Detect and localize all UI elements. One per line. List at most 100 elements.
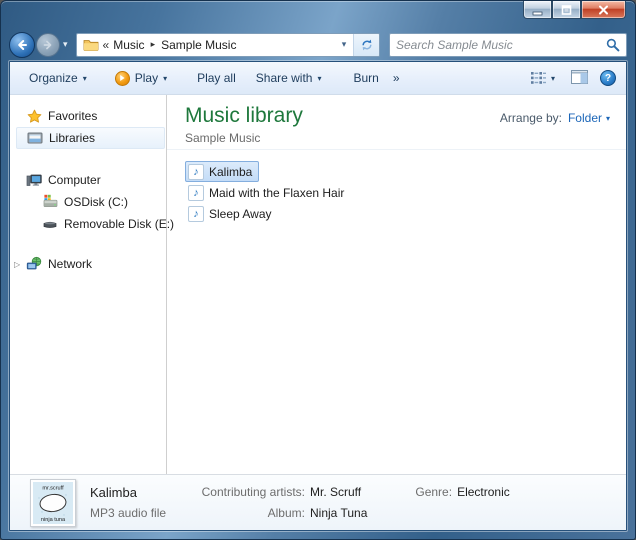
genre-value[interactable]: Electronic bbox=[457, 484, 510, 501]
music-note-glyph: ♪ bbox=[193, 187, 199, 199]
preview-pane-button[interactable] bbox=[571, 70, 588, 87]
share-with-label: Share with bbox=[256, 71, 313, 85]
close-icon bbox=[595, 3, 612, 17]
arrange-by-value[interactable]: Folder ▾ bbox=[568, 111, 610, 125]
play-button[interactable]: Play ▾ bbox=[108, 67, 174, 90]
address-dropdown-icon[interactable]: ▾ bbox=[335, 34, 353, 56]
back-arrow-icon bbox=[14, 37, 30, 53]
close-button[interactable] bbox=[581, 1, 626, 19]
sidebar-item-osdisk[interactable]: OSDisk (C:) bbox=[10, 191, 166, 213]
minimize-icon bbox=[529, 3, 546, 17]
change-view-button[interactable]: ▾ bbox=[527, 69, 559, 87]
details-file-type: MP3 audio file bbox=[90, 505, 190, 522]
breadcrumb-item-music[interactable]: Music bbox=[113, 38, 144, 52]
burn-button[interactable]: Burn bbox=[346, 67, 385, 89]
search-input[interactable] bbox=[396, 38, 606, 52]
music-file-icon: ♪ bbox=[188, 185, 204, 201]
content-pane: Music library Sample Music Arrange by: F… bbox=[167, 95, 626, 474]
arrange-by-control[interactable]: Arrange by: Folder ▾ bbox=[500, 111, 610, 125]
sidebar-item-label: Removable Disk (E:) bbox=[64, 217, 174, 231]
removable-drive-icon bbox=[42, 216, 58, 232]
arrange-by-selected: Folder bbox=[568, 111, 602, 125]
breadcrumb-separator-icon[interactable]: ▸ bbox=[149, 39, 158, 50]
share-with-button[interactable]: Share with ▾ bbox=[249, 67, 329, 89]
hard-drive-icon bbox=[42, 194, 58, 210]
toolbar-overflow-button[interactable]: » bbox=[386, 67, 407, 89]
album-art-thumbnail: mr.scruff ninja tuna bbox=[30, 479, 76, 527]
album-art-artist-text: mr.scruff bbox=[42, 485, 64, 491]
sidebar-item-label: Computer bbox=[48, 173, 101, 187]
breadcrumb-overflow-chevrons[interactable]: « bbox=[103, 38, 110, 52]
minimize-button[interactable] bbox=[523, 1, 552, 19]
genre-label: Genre: bbox=[415, 484, 452, 501]
details-pane: mr.scruff ninja tuna Kalimba MP3 audio f… bbox=[10, 474, 626, 530]
details-file-title: Kalimba bbox=[90, 484, 190, 501]
album-value[interactable]: Ninja Tuna bbox=[310, 505, 367, 522]
file-item-sleep-away[interactable]: ♪ Sleep Away bbox=[185, 203, 279, 224]
header-divider bbox=[167, 149, 626, 150]
sidebar-item-libraries[interactable]: Libraries bbox=[16, 127, 165, 149]
overflow-chevron-icon: » bbox=[393, 71, 400, 85]
navigation-bar: ▾ « Music ▸ Sample Music ▾ bbox=[9, 26, 627, 61]
file-name: Kalimba bbox=[209, 165, 252, 179]
computer-icon bbox=[26, 172, 42, 188]
chevron-down-icon: ▾ bbox=[83, 74, 87, 83]
chevron-down-icon: ▾ bbox=[551, 74, 555, 83]
album-art-album-text: ninja tuna bbox=[41, 517, 66, 523]
file-item-kalimba[interactable]: ♪ Kalimba bbox=[185, 161, 259, 182]
refresh-button[interactable] bbox=[353, 34, 379, 56]
network-icon bbox=[26, 256, 42, 272]
navigation-pane: Favorites Libraries bbox=[10, 95, 167, 474]
explorer-window: ▾ « Music ▸ Sample Music ▾ bbox=[0, 0, 636, 540]
breadcrumb-item-sample-music[interactable]: Sample Music bbox=[161, 38, 236, 52]
address-bar[interactable]: « Music ▸ Sample Music ▾ bbox=[76, 33, 380, 57]
window-controls bbox=[523, 1, 626, 19]
file-item-maid-with-the-flaxen-hair[interactable]: ♪ Maid with the Flaxen Hair bbox=[185, 182, 351, 203]
chevron-down-icon: ▾ bbox=[317, 74, 321, 83]
organize-label: Organize bbox=[29, 71, 78, 85]
sidebar-item-computer[interactable]: Computer bbox=[10, 169, 166, 191]
forward-button[interactable] bbox=[36, 33, 60, 57]
contributing-artists-value[interactable]: Mr. Scruff bbox=[310, 484, 361, 501]
forward-arrow-icon bbox=[41, 38, 55, 52]
back-button[interactable] bbox=[9, 32, 35, 58]
sidebar-item-network[interactable]: ▷ Network bbox=[10, 253, 166, 275]
title-bar[interactable] bbox=[9, 1, 627, 26]
music-file-icon: ♪ bbox=[188, 206, 204, 222]
sidebar-item-label: Favorites bbox=[48, 109, 97, 123]
contributing-artists-label: Contributing artists: bbox=[190, 484, 305, 501]
burn-label: Burn bbox=[353, 71, 378, 85]
client-area: Organize ▾ Play ▾ Play all Share with ▾ … bbox=[9, 61, 627, 531]
details-genre-column: Genre: Electronic bbox=[415, 484, 509, 522]
play-icon bbox=[115, 71, 130, 86]
organize-button[interactable]: Organize ▾ bbox=[22, 67, 94, 89]
views-icon bbox=[531, 72, 546, 84]
album-label: Album: bbox=[190, 505, 305, 522]
file-list: ♪ Kalimba ♪ Maid with the Flaxen Hair ♪ … bbox=[185, 161, 614, 224]
play-label: Play bbox=[135, 71, 158, 85]
arrange-by-label: Arrange by: bbox=[500, 111, 562, 125]
search-box[interactable] bbox=[389, 33, 627, 57]
details-metadata-column: Contributing artists: Mr. Scruff Album: … bbox=[190, 484, 367, 522]
file-name: Maid with the Flaxen Hair bbox=[209, 186, 344, 200]
play-all-button[interactable]: Play all bbox=[190, 67, 243, 89]
history-dropdown-icon[interactable]: ▾ bbox=[63, 39, 68, 50]
maximize-icon bbox=[558, 3, 575, 17]
sidebar-item-label: Network bbox=[48, 257, 92, 271]
folder-icon[interactable] bbox=[83, 38, 99, 51]
music-note-glyph: ♪ bbox=[193, 208, 199, 220]
maximize-button[interactable] bbox=[552, 1, 581, 19]
command-toolbar: Organize ▾ Play ▾ Play all Share with ▾ … bbox=[10, 62, 626, 95]
preview-pane-icon bbox=[571, 70, 588, 84]
window-body: Favorites Libraries bbox=[10, 95, 626, 474]
expand-triangle-icon[interactable]: ▷ bbox=[14, 260, 20, 269]
help-button[interactable]: ? bbox=[600, 70, 616, 86]
sidebar-item-favorites[interactable]: Favorites bbox=[10, 105, 166, 127]
sidebar-item-label: OSDisk (C:) bbox=[64, 195, 128, 209]
sidebar-item-label: Libraries bbox=[49, 131, 95, 145]
sidebar-item-removable-disk[interactable]: Removable Disk (E:) bbox=[10, 213, 166, 235]
chevron-down-icon: ▾ bbox=[606, 114, 610, 123]
search-icon[interactable] bbox=[606, 38, 620, 52]
chevron-down-icon: ▾ bbox=[163, 74, 167, 83]
music-file-icon: ♪ bbox=[188, 164, 204, 180]
